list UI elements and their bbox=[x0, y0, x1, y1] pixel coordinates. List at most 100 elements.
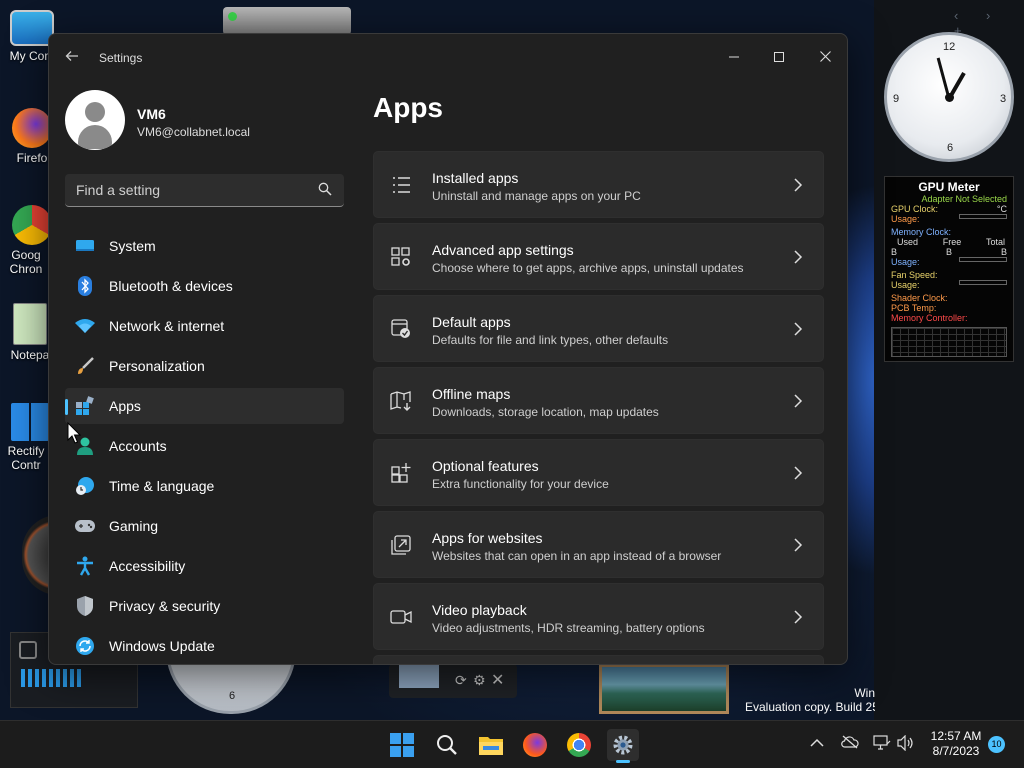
bluetooth-icon bbox=[75, 276, 95, 296]
clock-number: 3 bbox=[1000, 93, 1007, 105]
video-camera-icon bbox=[390, 610, 412, 624]
back-button[interactable] bbox=[65, 49, 81, 65]
card-optional-features[interactable]: Optional features Extra functionality fo… bbox=[373, 439, 824, 506]
card-partial-next[interactable] bbox=[373, 655, 824, 664]
map-download-icon bbox=[390, 391, 411, 411]
card-installed-apps[interactable]: Installed apps Uninstall and manage apps… bbox=[373, 151, 824, 218]
apps-gear-icon bbox=[391, 247, 410, 266]
notification-badge[interactable]: 10 bbox=[988, 736, 1005, 753]
windows-logo-icon bbox=[390, 733, 414, 757]
sidebar-item-windows-update[interactable]: Windows Update bbox=[65, 628, 344, 664]
meter-icon bbox=[19, 641, 37, 659]
search-taskbar-button[interactable] bbox=[431, 729, 463, 761]
active-app-indicator bbox=[616, 760, 630, 763]
clock-number: 12 bbox=[943, 41, 956, 53]
desktop-partial-photo bbox=[599, 664, 729, 714]
nav-list: System Bluetooth & devices Network & int… bbox=[65, 228, 344, 664]
gpu-meter-title: GPU Meter bbox=[918, 180, 980, 194]
fan-usage-bar bbox=[959, 280, 1007, 285]
taskbar-date: 8/7/2023 bbox=[932, 744, 980, 758]
maximize-button[interactable] bbox=[757, 42, 801, 72]
firefox-taskbar-button[interactable] bbox=[519, 729, 551, 761]
network-icon[interactable] bbox=[873, 735, 891, 754]
clock-center bbox=[945, 93, 954, 102]
gpu-meter-gadget[interactable]: GPU Meter Adapter Not Selected GPU Clock… bbox=[884, 176, 1014, 362]
title-bar[interactable]: Settings bbox=[49, 34, 847, 82]
status-led-icon bbox=[228, 12, 237, 21]
settings-cards: Installed apps Uninstall and manage apps… bbox=[373, 151, 824, 664]
search-icon[interactable] bbox=[318, 182, 332, 196]
refresh-icon[interactable]: ⟳ bbox=[455, 672, 467, 689]
add-feature-icon bbox=[391, 463, 411, 483]
chevron-right-icon bbox=[794, 394, 803, 408]
gpu-history-graph bbox=[891, 327, 1007, 357]
gpu-adapter-status: Adapter Not Selected bbox=[921, 194, 1007, 204]
chrome-taskbar-button[interactable] bbox=[563, 729, 595, 761]
shield-icon bbox=[75, 596, 95, 616]
file-explorer-button[interactable] bbox=[475, 729, 507, 761]
avatar-body bbox=[78, 125, 112, 149]
chevron-up-icon[interactable] bbox=[810, 736, 824, 751]
avatar[interactable] bbox=[65, 90, 125, 150]
chevron-right-icon bbox=[794, 178, 803, 192]
close-icon bbox=[819, 51, 831, 62]
taskbar-clock[interactable]: 12:57 AM 8/7/2023 bbox=[918, 729, 994, 759]
clock-number: 6 bbox=[947, 142, 954, 154]
list-icon bbox=[393, 177, 410, 193]
sidebar-item-accounts[interactable]: Accounts bbox=[65, 428, 344, 464]
clock-gadget[interactable]: 12 3 6 9 bbox=[884, 32, 1014, 162]
volume-icon[interactable] bbox=[897, 734, 915, 754]
minimize-icon bbox=[729, 56, 739, 58]
folder-icon bbox=[479, 737, 503, 755]
card-apps-for-websites[interactable]: Apps for websites Websites that can open… bbox=[373, 511, 824, 578]
close-button[interactable] bbox=[803, 42, 847, 72]
card-offline-maps[interactable]: Offline maps Downloads, storage location… bbox=[373, 367, 824, 434]
gear-icon bbox=[613, 735, 633, 755]
chrome-icon bbox=[12, 205, 52, 245]
minimize-button[interactable] bbox=[712, 42, 756, 72]
gear-icon[interactable]: ⚙ bbox=[473, 672, 486, 689]
settings-taskbar-button[interactable] bbox=[607, 729, 639, 761]
window-title: Settings bbox=[99, 51, 143, 65]
card-default-apps[interactable]: Default apps Defaults for file and link … bbox=[373, 295, 824, 362]
sidebar-item-gaming[interactable]: Gaming bbox=[65, 508, 344, 544]
sidebar-item-personalization[interactable]: Personalization bbox=[65, 348, 344, 384]
card-advanced-app-settings[interactable]: Advanced app settings Choose where to ge… bbox=[373, 223, 824, 290]
cloud-offline-icon[interactable] bbox=[841, 735, 859, 752]
sidebar-item-time-language[interactable]: Time & language bbox=[65, 468, 344, 504]
memory-usage-bar bbox=[959, 257, 1007, 262]
search-box[interactable] bbox=[65, 174, 344, 207]
apps-icon bbox=[75, 396, 95, 416]
firefox-icon bbox=[523, 733, 547, 757]
firefox-icon bbox=[12, 108, 52, 148]
sidebar-item-accessibility[interactable]: Accessibility bbox=[65, 548, 344, 584]
desktop-icon-rectify[interactable]: Rectify Contr bbox=[6, 403, 54, 472]
arrow-left-icon bbox=[65, 51, 78, 61]
card-video-playback[interactable]: Video playback Video adjustments, HDR st… bbox=[373, 583, 824, 650]
sidebar-item-privacy-security[interactable]: Privacy & security bbox=[65, 588, 344, 624]
close-icon[interactable]: ✕ bbox=[491, 670, 504, 690]
open-in-app-icon bbox=[391, 535, 411, 555]
sidebar-item-network[interactable]: Network & internet bbox=[65, 308, 344, 344]
sidebar-item-apps[interactable]: Apps bbox=[65, 388, 344, 424]
monitor-icon bbox=[75, 236, 95, 256]
chevron-right-icon bbox=[794, 322, 803, 336]
brush-icon bbox=[75, 356, 95, 376]
gamepad-icon bbox=[75, 516, 95, 536]
start-button[interactable] bbox=[386, 729, 418, 761]
search-input[interactable] bbox=[65, 174, 305, 206]
gpu-usage-bar bbox=[959, 214, 1007, 219]
chevron-right-icon bbox=[794, 466, 803, 480]
sidebar-item-system[interactable]: System bbox=[65, 228, 344, 264]
desktop-icon-notepad[interactable]: Notepa bbox=[6, 303, 54, 362]
maximize-icon bbox=[774, 52, 784, 62]
meter-bars bbox=[21, 669, 81, 687]
sidebar-item-bluetooth[interactable]: Bluetooth & devices bbox=[65, 268, 344, 304]
desktop-partial-gadget-top bbox=[223, 7, 351, 35]
evaluation-watermark: Win Evaluation copy. Build 25 bbox=[745, 686, 875, 714]
mouse-cursor-icon bbox=[67, 422, 81, 444]
update-icon bbox=[75, 636, 95, 656]
chevron-right-icon bbox=[794, 250, 803, 264]
clock-number: 6 bbox=[229, 690, 236, 702]
clock-number: 9 bbox=[893, 93, 900, 105]
